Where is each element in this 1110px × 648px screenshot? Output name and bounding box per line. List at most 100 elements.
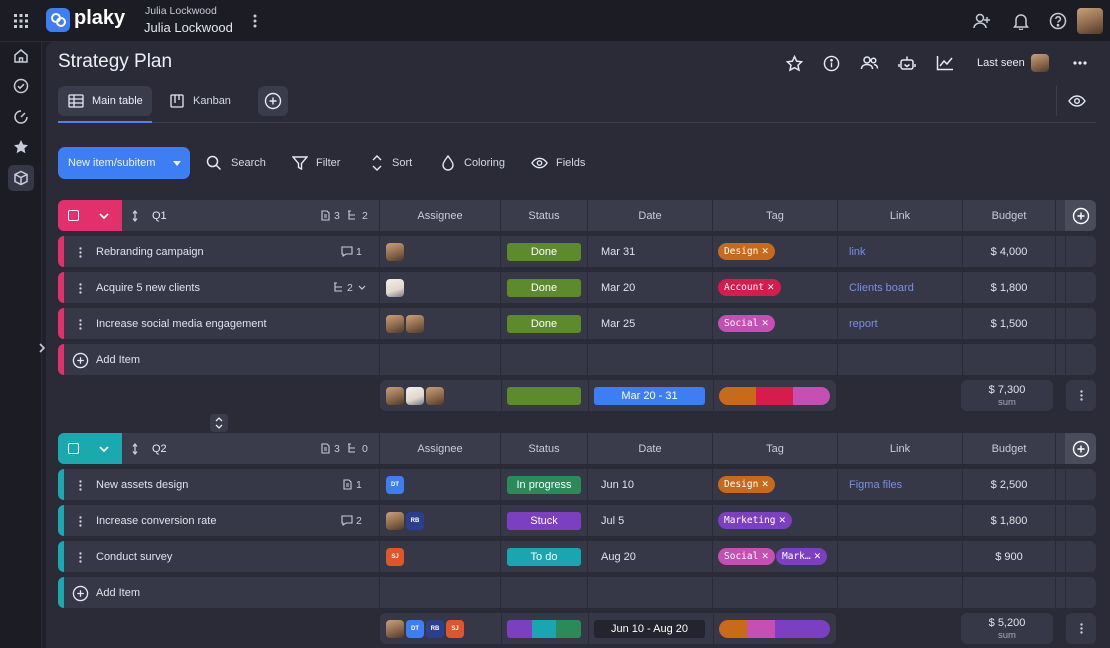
chevron-down-icon[interactable]	[357, 282, 367, 292]
status-badge[interactable]: In progress	[507, 476, 581, 494]
column-budget[interactable]: Budget	[963, 443, 1055, 455]
tag-pill[interactable]: Account ✕	[718, 279, 781, 296]
avatar[interactable]	[386, 315, 404, 333]
tag-pill[interactable]: Design ✕	[718, 243, 775, 260]
row-menu-icon[interactable]	[76, 513, 84, 529]
apps-grid-icon[interactable]	[12, 12, 30, 30]
group-q1-checkbox[interactable]	[68, 210, 79, 221]
row-menu-icon[interactable]	[76, 549, 84, 565]
item-name[interactable]: Conduct survey	[96, 551, 172, 563]
new-item-dropdown-icon[interactable]	[171, 157, 183, 169]
tag-remove-icon[interactable]: ✕	[761, 480, 769, 490]
column-tag[interactable]: Tag	[713, 210, 837, 222]
comment-icon[interactable]	[341, 245, 353, 257]
item-name[interactable]: Rebranding campaign	[96, 246, 204, 258]
tab-main-table[interactable]: Main table	[58, 86, 152, 116]
app-logo[interactable]: plaky	[46, 7, 126, 33]
item-name[interactable]: Increase social media engagement	[96, 318, 267, 330]
status-badge[interactable]: Stuck	[507, 512, 581, 530]
workspace-more-icon[interactable]	[249, 12, 261, 30]
status-badge[interactable]: Done	[507, 243, 581, 261]
item-date[interactable]: Aug 20	[601, 551, 636, 563]
plus-circle-icon[interactable]	[70, 583, 90, 603]
board-more-icon[interactable]	[1070, 54, 1090, 72]
add-column-icon[interactable]	[1065, 200, 1096, 231]
summary-more-icon[interactable]	[1066, 380, 1096, 411]
tag-pill[interactable]: Marketing ✕	[718, 512, 793, 529]
item-name[interactable]: Acquire 5 new clients	[96, 282, 200, 294]
item-name[interactable]: Increase conversion rate	[96, 515, 216, 527]
item-link[interactable]: Figma files	[849, 479, 902, 491]
table-row[interactable]: Acquire 5 new clients 2 Done Mar 20 Acco…	[58, 272, 1096, 303]
avatar[interactable]	[386, 620, 404, 638]
item-budget[interactable]: $ 1,800	[963, 282, 1055, 294]
star-icon[interactable]	[11, 137, 31, 157]
box-icon[interactable]	[8, 165, 34, 191]
table-row[interactable]: Rebranding campaign 1 Done Mar 31 Design…	[58, 236, 1096, 267]
group-q2-drag-icon[interactable]	[130, 441, 140, 457]
row-menu-icon[interactable]	[76, 477, 84, 493]
table-row[interactable]: Increase social media engagement Done Ma…	[58, 308, 1096, 339]
expand-collapse-icon[interactable]	[210, 414, 228, 432]
add-user-icon[interactable]	[972, 11, 992, 31]
group-q2-collapse-icon[interactable]	[96, 441, 112, 457]
eye-icon[interactable]	[1067, 91, 1087, 111]
tag-pill[interactable]: Social ✕	[718, 548, 775, 565]
item-budget[interactable]: $ 1,500	[963, 318, 1055, 330]
column-budget[interactable]: Budget	[963, 210, 1055, 222]
add-item-row[interactable]: Add Item	[58, 577, 1096, 608]
avatar[interactable]: SJ	[446, 620, 464, 638]
column-assignee[interactable]: Assignee	[380, 210, 500, 222]
row-menu-icon[interactable]	[76, 316, 84, 332]
new-item-button[interactable]: New item/subitem	[58, 147, 190, 179]
group-q2-name[interactable]: Q2	[152, 443, 167, 455]
column-tag[interactable]: Tag	[713, 443, 837, 455]
item-budget[interactable]: $ 2,500	[963, 479, 1055, 491]
status-badge[interactable]: Done	[507, 279, 581, 297]
help-icon[interactable]	[1048, 11, 1068, 31]
row-menu-icon[interactable]	[76, 244, 84, 260]
item-link[interactable]: Clients board	[849, 282, 914, 294]
tag-pill[interactable]: Design ✕	[718, 476, 775, 493]
tag-remove-icon[interactable]: ✕	[761, 552, 769, 562]
avatar[interactable]	[426, 387, 444, 405]
chart-icon[interactable]	[934, 53, 956, 73]
avatar[interactable]: RB	[406, 512, 424, 530]
item-date[interactable]: Jul 5	[601, 515, 624, 527]
avatar[interactable]: DT	[386, 476, 404, 494]
status-badge[interactable]: To do	[507, 548, 581, 566]
tag-remove-icon[interactable]: ✕	[761, 247, 769, 257]
workspace-name[interactable]: Julia Lockwood	[144, 20, 233, 35]
row-menu-icon[interactable]	[76, 280, 84, 296]
avatar[interactable]: RB	[426, 620, 444, 638]
tag-pill[interactable]: Social ✕	[718, 315, 775, 332]
sort-button[interactable]: Sort	[369, 152, 419, 174]
table-row[interactable]: New assets design 1 DT In progress Jun 1…	[58, 469, 1096, 500]
avatar[interactable]	[386, 512, 404, 530]
avatar[interactable]	[386, 243, 404, 261]
column-date[interactable]: Date	[588, 210, 712, 222]
table-row[interactable]: Increase conversion rate 2 RB Stuck Jul …	[58, 505, 1096, 536]
item-date[interactable]: Mar 31	[601, 246, 635, 258]
column-link[interactable]: Link	[838, 210, 962, 222]
home-icon[interactable]	[11, 46, 31, 66]
avatar[interactable]	[386, 387, 404, 405]
board-title[interactable]: Strategy Plan	[58, 51, 172, 73]
group-q1-name[interactable]: Q1	[152, 210, 167, 222]
column-status[interactable]: Status	[501, 443, 587, 455]
coloring-button[interactable]: Coloring	[440, 152, 510, 174]
avatar[interactable]	[406, 387, 424, 405]
item-budget[interactable]: $ 1,800	[963, 515, 1055, 527]
comment-icon[interactable]	[341, 514, 353, 526]
avatar[interactable]: SJ	[386, 548, 404, 566]
group-q1-collapse-icon[interactable]	[96, 208, 112, 224]
subitems-icon[interactable]	[332, 281, 344, 293]
column-link[interactable]: Link	[838, 443, 962, 455]
avatar[interactable]: DT	[406, 620, 424, 638]
info-icon[interactable]	[821, 53, 841, 73]
tag-remove-icon[interactable]: ✕	[767, 283, 775, 293]
star-outline-icon[interactable]	[784, 53, 804, 73]
summary-more-icon[interactable]	[1066, 613, 1096, 644]
item-link[interactable]: report	[849, 318, 878, 330]
column-status[interactable]: Status	[501, 210, 587, 222]
